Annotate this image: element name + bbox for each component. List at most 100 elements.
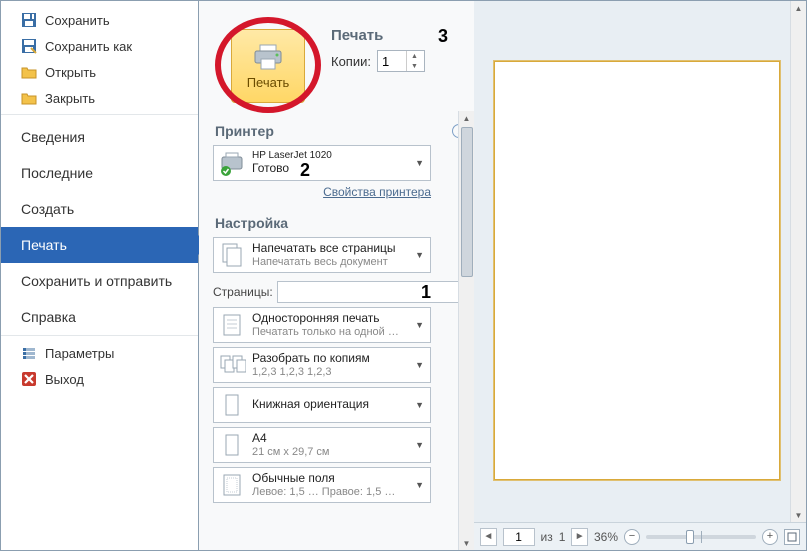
exit-icon bbox=[21, 371, 37, 387]
printer-name: HP LaserJet 1020 bbox=[252, 150, 407, 162]
print-button[interactable]: Печать bbox=[231, 29, 305, 103]
menu-recent[interactable]: Последние bbox=[1, 155, 198, 191]
scroll-up-icon[interactable]: ▲ bbox=[792, 1, 806, 15]
scroll-thumb[interactable] bbox=[461, 127, 473, 277]
menu-label: Сохранить как bbox=[45, 39, 132, 54]
menu-label: Параметры bbox=[45, 346, 114, 361]
zoom-percent: 36% bbox=[594, 530, 618, 544]
opt-collate[interactable]: Разобрать по копиям1,2,3 1,2,3 1,2,3 ▼ bbox=[213, 347, 431, 383]
chevron-down-icon: ▼ bbox=[413, 400, 426, 410]
menu-label: Выход bbox=[45, 372, 84, 387]
printer-status-icon bbox=[218, 149, 246, 177]
print-panel: Печать Печать Копии: ▲▼ 3 Принтер i bbox=[199, 1, 474, 550]
print-header-label: Печать bbox=[331, 27, 425, 44]
menu-print[interactable]: Печать bbox=[1, 227, 198, 263]
opt-title: Односторонняя печать bbox=[252, 312, 407, 326]
menu-open[interactable]: Открыть bbox=[1, 59, 198, 85]
opt-title: A4 bbox=[252, 432, 407, 446]
menu-label: Открыть bbox=[45, 65, 96, 80]
opt-sub: 1,2,3 1,2,3 1,2,3 bbox=[252, 366, 407, 379]
pages-all-icon bbox=[218, 241, 246, 269]
printer-properties-link[interactable]: Свойства принтера bbox=[213, 185, 431, 199]
menu-label: Сохранить bbox=[45, 13, 110, 28]
opt-paper-size[interactable]: A421 см x 29,7 см ▼ bbox=[213, 427, 431, 463]
preview-status-bar: ◄ из 1 ► 36% − + bbox=[474, 522, 806, 550]
opt-print-all[interactable]: Напечатать все страницыНапечатать весь д… bbox=[213, 237, 431, 273]
zoom-in-button[interactable]: + bbox=[762, 529, 778, 545]
zoom-out-button[interactable]: − bbox=[624, 529, 640, 545]
menu-save-send[interactable]: Сохранить и отправить bbox=[1, 263, 198, 299]
opt-margins[interactable]: Обычные поляЛевое: 1,5 … Правое: 1,5 … ▼ bbox=[213, 467, 431, 503]
scroll-down-icon[interactable]: ▼ bbox=[792, 508, 806, 522]
page-total: 1 bbox=[559, 530, 566, 544]
save-as-icon bbox=[21, 38, 37, 54]
annotation-1: 1 bbox=[421, 282, 431, 303]
preview-scrollbar[interactable]: ▲ ▼ bbox=[790, 1, 806, 522]
print-preview-panel: ▲ ▼ ◄ из 1 ► 36% − + bbox=[474, 1, 806, 550]
menu-close[interactable]: Закрыть bbox=[1, 85, 198, 115]
printer-icon bbox=[252, 43, 284, 71]
opt-one-sided[interactable]: Односторонняя печатьПечатать только на о… bbox=[213, 307, 431, 343]
chevron-down-icon: ▼ bbox=[413, 480, 426, 490]
menu-label: Сведения bbox=[21, 129, 85, 145]
menu-save-as[interactable]: Сохранить как bbox=[1, 33, 198, 59]
fit-to-page-button[interactable] bbox=[784, 529, 800, 545]
one-sided-icon bbox=[218, 311, 246, 339]
pages-label: Страницы: bbox=[213, 285, 273, 299]
menu-label: Создать bbox=[21, 201, 74, 217]
a4-icon bbox=[218, 431, 246, 459]
annotation-2: 2 bbox=[300, 160, 310, 181]
annotation-3: 3 bbox=[438, 26, 448, 47]
close-folder-icon bbox=[21, 90, 37, 106]
chevron-down-icon: ▼ bbox=[413, 440, 426, 450]
menu-options[interactable]: Параметры bbox=[1, 340, 198, 366]
menu-label: Сохранить и отправить bbox=[21, 273, 172, 289]
zoom-slider[interactable] bbox=[646, 535, 756, 539]
menu-new[interactable]: Создать bbox=[1, 191, 198, 227]
scroll-up-icon[interactable]: ▲ bbox=[460, 111, 474, 125]
opt-orientation[interactable]: Книжная ориентация ▼ bbox=[213, 387, 431, 423]
margins-icon bbox=[218, 471, 246, 499]
opt-sub: Левое: 1,5 … Правое: 1,5 … bbox=[252, 486, 407, 499]
opt-sub: 21 см x 29,7 см bbox=[252, 446, 407, 459]
spinner-down-icon[interactable]: ▼ bbox=[406, 61, 422, 71]
chevron-down-icon: ▼ bbox=[413, 320, 426, 330]
opt-title: Книжная ориентация bbox=[252, 398, 407, 412]
menu-label: Печать bbox=[21, 237, 67, 253]
page-number-input[interactable] bbox=[503, 528, 535, 546]
printer-section-header: Принтер bbox=[215, 123, 274, 139]
zoom-thumb[interactable] bbox=[686, 530, 694, 544]
print-button-label: Печать bbox=[247, 75, 290, 90]
printer-status: Готово bbox=[252, 162, 407, 176]
opt-sub: Напечатать весь документ bbox=[252, 256, 407, 269]
chevron-down-icon: ▼ bbox=[413, 360, 426, 370]
chevron-down-icon: ▼ bbox=[413, 158, 426, 168]
options-icon bbox=[21, 345, 37, 361]
menu-label: Последние bbox=[21, 165, 93, 181]
menu-label: Справка bbox=[21, 309, 76, 325]
menu-exit[interactable]: Выход bbox=[1, 366, 198, 392]
menu-info[interactable]: Сведения bbox=[1, 119, 198, 155]
menu-save[interactable]: Сохранить bbox=[1, 7, 198, 33]
chevron-down-icon: ▼ bbox=[413, 250, 426, 260]
opt-title: Напечатать все страницы bbox=[252, 242, 407, 256]
scroll-down-icon[interactable]: ▼ bbox=[460, 536, 474, 550]
settings-scrollbar[interactable]: ▲ ▼ bbox=[458, 111, 474, 550]
collate-icon bbox=[218, 351, 246, 379]
save-icon bbox=[21, 12, 37, 28]
portrait-icon bbox=[218, 391, 246, 419]
copies-spinner[interactable]: ▲▼ bbox=[377, 50, 425, 72]
copies-input[interactable] bbox=[378, 53, 406, 70]
printer-selector[interactable]: HP LaserJet 1020 Готово ▼ 2 bbox=[213, 145, 431, 181]
menu-label: Закрыть bbox=[45, 91, 95, 106]
next-page-button[interactable]: ► bbox=[571, 528, 588, 546]
prev-page-button[interactable]: ◄ bbox=[480, 528, 497, 546]
menu-help[interactable]: Справка bbox=[1, 299, 198, 336]
spinner-up-icon[interactable]: ▲ bbox=[406, 51, 422, 61]
opt-sub: Печатать только на одной … bbox=[252, 326, 407, 339]
opt-title: Разобрать по копиям bbox=[252, 352, 407, 366]
copies-label: Копии: bbox=[331, 54, 371, 69]
backstage-sidebar: Сохранить Сохранить как Открыть Закрыть … bbox=[1, 1, 199, 550]
open-icon bbox=[21, 64, 37, 80]
page-of-label: из bbox=[541, 530, 553, 544]
